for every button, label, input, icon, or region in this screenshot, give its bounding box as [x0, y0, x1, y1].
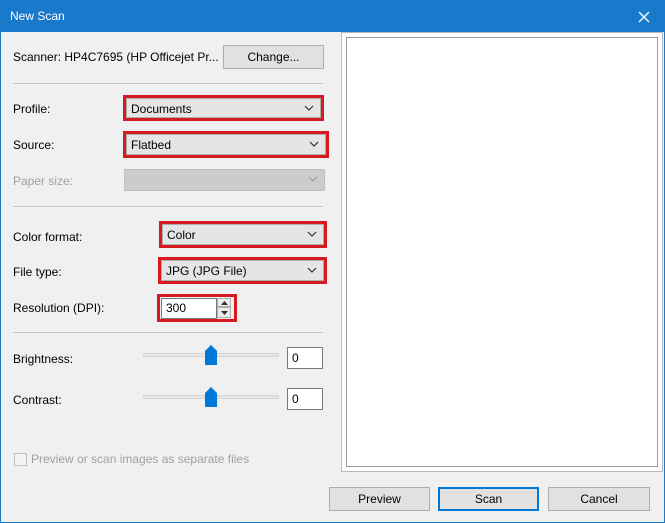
separator — [13, 332, 323, 333]
change-scanner-button[interactable]: Change... — [223, 45, 324, 69]
chevron-down-icon — [304, 105, 314, 111]
title-bar: New Scan — [1, 1, 664, 32]
contrast-slider-thumb[interactable] — [205, 387, 217, 407]
profile-label: Profile: — [13, 102, 51, 116]
chevron-down-icon — [307, 231, 317, 237]
resolution-decrement[interactable] — [217, 307, 231, 318]
color-format-label: Color format: — [13, 230, 83, 244]
brightness-label: Brightness: — [13, 352, 74, 366]
close-icon — [638, 11, 650, 22]
scanner-label: Scanner: HP4C7695 (HP Officejet Pr... — [13, 50, 219, 64]
preview-area — [346, 37, 658, 467]
file-type-label: File type: — [13, 265, 62, 279]
spin-down-icon — [220, 310, 228, 315]
close-button[interactable] — [624, 1, 664, 32]
new-scan-dialog: New Scan Scanner: HP4C7695 (HP Officejet… — [0, 0, 665, 523]
preview-pane — [341, 32, 663, 472]
cancel-button[interactable]: Cancel — [548, 487, 650, 511]
paper-size-dropdown — [124, 169, 325, 191]
chevron-down-icon — [308, 176, 318, 182]
resolution-input[interactable]: 300 — [161, 298, 217, 319]
contrast-label: Contrast: — [13, 393, 62, 407]
file-type-dropdown[interactable]: JPG (JPG File) — [161, 260, 324, 281]
resolution-increment[interactable] — [217, 298, 231, 307]
window-title: New Scan — [10, 9, 65, 23]
separate-files-label: Preview or scan images as separate files — [31, 452, 250, 466]
separator — [13, 83, 323, 84]
separator — [13, 206, 323, 207]
file-type-value: JPG (JPG File) — [166, 264, 247, 278]
profile-dropdown[interactable]: Documents — [126, 98, 321, 118]
paper-size-label: Paper size: — [13, 174, 74, 188]
brightness-slider-thumb[interactable] — [205, 345, 217, 365]
preview-button[interactable]: Preview — [329, 487, 430, 511]
source-label: Source: — [13, 138, 55, 152]
profile-value: Documents — [131, 102, 192, 116]
contrast-value-input[interactable]: 0 — [287, 388, 323, 410]
resolution-label: Resolution (DPI): — [13, 301, 105, 315]
brightness-value-input[interactable]: 0 — [287, 347, 323, 369]
color-format-value: Color — [167, 228, 196, 242]
scan-button[interactable]: Scan — [438, 487, 539, 511]
source-value: Flatbed — [131, 138, 172, 152]
separate-files-checkbox[interactable] — [14, 453, 27, 466]
chevron-down-icon — [309, 141, 319, 147]
color-format-dropdown[interactable]: Color — [162, 224, 324, 245]
chevron-down-icon — [307, 267, 317, 273]
spin-up-icon — [220, 300, 228, 305]
source-dropdown[interactable]: Flatbed — [126, 134, 326, 155]
